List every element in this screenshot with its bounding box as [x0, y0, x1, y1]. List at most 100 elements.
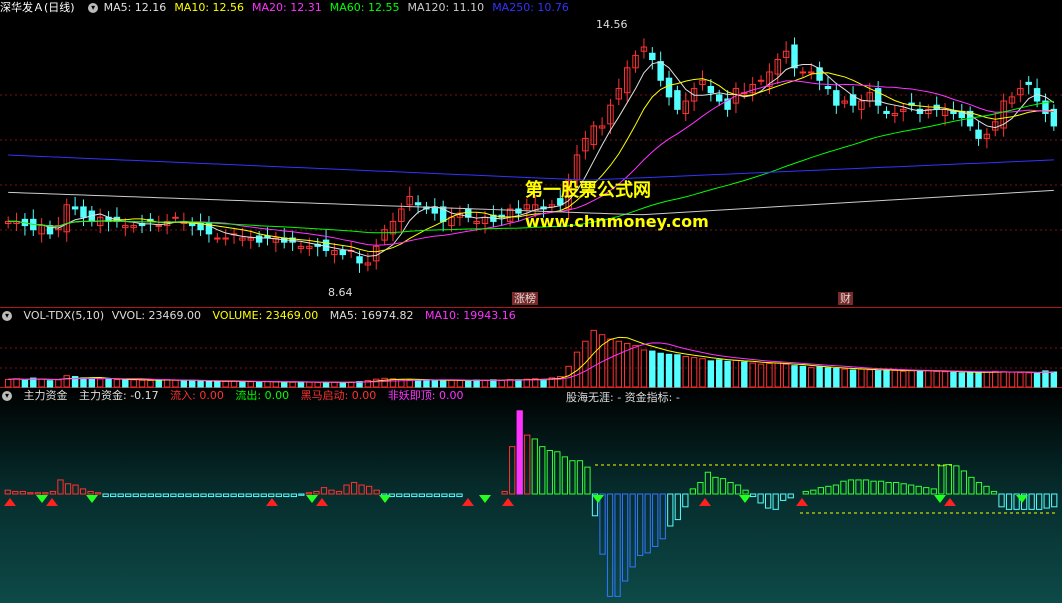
- volume-bar: [281, 381, 288, 388]
- volume-bar: [1008, 371, 1016, 388]
- volume-bar: [55, 379, 62, 388]
- volume-ma10-line: [8, 342, 1054, 383]
- volume-bar: [306, 381, 313, 388]
- candle-body: [808, 71, 815, 74]
- ma-legend: MA5: 12.16 MA10: 12.56 MA20: 12.31 MA60: 12…: [104, 1, 577, 14]
- volume-bar: [657, 352, 664, 388]
- volume-bar: [816, 366, 823, 388]
- volume-bar: [122, 379, 129, 388]
- volume-menu-icon[interactable]: ▾: [2, 311, 12, 321]
- volume-bar: [674, 354, 681, 388]
- volume-bar: [908, 370, 915, 388]
- volume-bar: [707, 360, 715, 388]
- volume-bar: [46, 380, 54, 388]
- volume-bar: [138, 379, 146, 388]
- fund-bar: [516, 410, 523, 495]
- price-panel[interactable]: 深华发Ａ(日线) ▾ MA5: 12.16 MA10: 12.56 MA20: 12…: [0, 0, 1062, 308]
- vvol-value: VVOL: 23469.00: [111, 309, 202, 322]
- ma-legend-item: MA250: 10.76: [492, 1, 569, 14]
- candle-body: [255, 235, 263, 243]
- watermark-url: www.chnmoney.com: [525, 212, 709, 231]
- ma-legend-item: MA60: 12.55: [329, 1, 400, 14]
- volume-panel[interactable]: ▾ VOL-TDX(5,10) VVOL: 23469.00 VOLUME: 2…: [0, 308, 1062, 388]
- volume-bar: [1042, 370, 1049, 388]
- volume-bar: [147, 379, 154, 388]
- candle-body: [188, 223, 196, 227]
- volume-bar: [63, 375, 70, 388]
- volume-indicator-name: VOL-TDX(5,10): [23, 309, 105, 322]
- ma-legend-item: MA5: 12.16: [103, 1, 167, 14]
- darkhorse-value: 黑马启动: 0.00: [300, 389, 377, 402]
- volume-bar: [1025, 372, 1032, 388]
- fund-background: [0, 388, 1062, 603]
- volume-bar: [490, 379, 497, 388]
- volume-bar: [874, 370, 882, 388]
- fund-panel[interactable]: ▾ 主力资金 主力资金: -0.17 流入: 0.00 流出: 0.00 黑马启…: [0, 388, 1062, 603]
- volume-bar: [841, 368, 848, 388]
- volume-bar: [264, 381, 271, 388]
- volume-bar: [331, 381, 338, 388]
- volume-ma5-line: [8, 336, 1054, 383]
- fund-header: ▾ 主力资金 主力资金: -0.17 流入: 0.00 流出: 0.00 黑马启…: [0, 388, 471, 404]
- volume-bar: [448, 379, 455, 388]
- price-chart: [0, 37, 1062, 308]
- price-header: 深华发Ａ(日线) ▾ MA5: 12.16 MA10: 12.56 MA20: 12…: [0, 0, 585, 16]
- volume-bar: [849, 369, 857, 388]
- volume-bar: [423, 379, 430, 388]
- vol-ma10-value: MA10: 19943.16: [425, 309, 516, 322]
- fund-chart: [0, 388, 1062, 603]
- volume-bar: [958, 372, 966, 388]
- ma-legend-item: MA120: 11.10: [407, 1, 485, 14]
- volume-bar: [858, 368, 865, 388]
- volume-bar: [933, 370, 940, 388]
- monster-value: 非妖即顶: 0.00: [387, 389, 464, 402]
- volume-bar: [891, 369, 899, 388]
- ma-legend-item: MA10: 12.56: [174, 1, 245, 14]
- volume-bar: [381, 377, 388, 388]
- volume-bar: [96, 378, 104, 388]
- volume-bar: [983, 371, 991, 388]
- volume-bar: [373, 378, 380, 388]
- candle-body: [356, 256, 363, 264]
- watermark-cn: 第一股票公式网: [525, 180, 651, 201]
- low-price-label: 8.64: [328, 286, 353, 299]
- volume-bar: [21, 379, 29, 388]
- candle-body: [172, 216, 179, 219]
- stock-name: 深华发Ａ: [0, 1, 44, 14]
- candle-body: [80, 206, 87, 218]
- volume-bar: [465, 380, 472, 388]
- volume-bar: [473, 379, 480, 388]
- volume-bar: [1000, 371, 1007, 388]
- period: (日线): [44, 1, 75, 14]
- volume-bar: [180, 380, 188, 388]
- event-tag-right[interactable]: 财: [838, 292, 853, 305]
- volume-bar: [172, 379, 179, 388]
- volume-bar: [540, 378, 547, 388]
- event-tag-left[interactable]: 涨榜: [512, 292, 538, 305]
- volume-bar: [322, 382, 330, 388]
- volume-bar: [975, 372, 982, 388]
- inflow-value: 流入: 0.00: [170, 389, 224, 402]
- volume-bar: [439, 380, 447, 388]
- volume-bar: [665, 353, 673, 388]
- fund-middle-text: 股海无涯: - 资金指标: -: [566, 391, 680, 404]
- candle-body: [674, 90, 681, 110]
- candle-body: [665, 77, 673, 98]
- candle-body: [214, 237, 221, 240]
- volume-bar: [515, 379, 522, 388]
- volume-bar: [883, 369, 890, 388]
- volume-bar: [272, 381, 280, 388]
- volume-bar: [774, 362, 781, 388]
- vol-ma5-value: MA5: 16974.82: [329, 309, 414, 322]
- candle-body: [222, 237, 229, 240]
- candle-body: [71, 206, 79, 210]
- candle-body: [155, 225, 162, 228]
- volume-bar: [214, 381, 221, 388]
- volume-bar: [632, 345, 639, 388]
- volume-bar: [1017, 372, 1024, 388]
- volume-bar: [950, 371, 957, 388]
- indicator-menu-icon[interactable]: ▾: [88, 3, 99, 13]
- volume-value: VOLUME: 23469.00: [212, 309, 319, 322]
- volume-bar: [925, 369, 932, 388]
- fund-menu-icon[interactable]: ▾: [2, 391, 12, 401]
